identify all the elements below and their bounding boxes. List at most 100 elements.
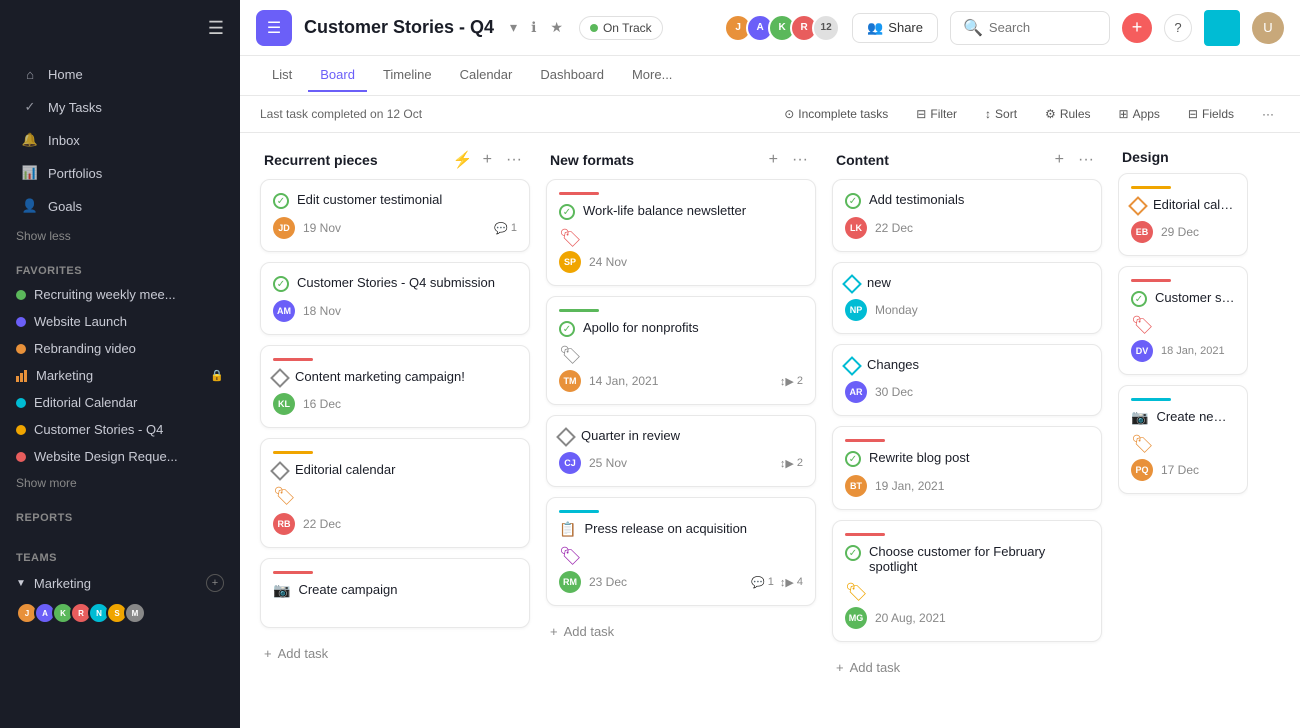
- card-content-marketing[interactable]: Content marketing campaign! KL 16 Dec: [260, 345, 530, 428]
- card-rewrite-blog[interactable]: ✓ Rewrite blog post BT 19 Jan, 2021: [832, 426, 1102, 510]
- card-new[interactable]: new NP Monday: [832, 262, 1102, 334]
- tab-more[interactable]: More...: [620, 59, 684, 92]
- incomplete-tasks-button[interactable]: ⊙ Incomplete tasks: [778, 104, 894, 124]
- column-title-design: Design: [1122, 149, 1244, 165]
- team-avatars-row: J A K R N S M: [0, 602, 240, 624]
- apps-button[interactable]: ⊞ Apps: [1113, 104, 1166, 124]
- card-task: ✓ Rewrite blog post: [845, 450, 1089, 467]
- bell-icon: 🔔: [22, 132, 38, 148]
- dot-icon: [16, 344, 26, 354]
- card-changes[interactable]: Changes AR 30 Dec: [832, 344, 1102, 416]
- column-more-button[interactable]: ···: [1074, 149, 1098, 171]
- avatar: RM: [559, 571, 581, 593]
- avatar: NP: [845, 299, 867, 321]
- tab-board[interactable]: Board: [308, 59, 367, 92]
- status-badge[interactable]: On Track: [579, 16, 663, 40]
- card-work-life[interactable]: ✓ Work-life balance newsletter 🏷 SP 24 N…: [546, 179, 816, 286]
- diamond-icon: [842, 356, 862, 376]
- card-editorial-cal-design[interactable]: Editorial cale... EB 29 Dec: [1118, 173, 1248, 256]
- search-input[interactable]: [989, 20, 1097, 35]
- sidebar-item-my-tasks[interactable]: ✓ My Tasks: [6, 91, 234, 123]
- search-box[interactable]: 🔍: [950, 11, 1110, 45]
- card-badges: ↕▶ 2: [780, 375, 803, 388]
- sidebar-item-website-design[interactable]: Website Design Reque...: [0, 443, 240, 470]
- task-check-icon: ✓: [1131, 291, 1147, 307]
- card-add-testimonials[interactable]: ✓ Add testimonials LK 22 Dec: [832, 179, 1102, 252]
- sidebar-item-marketing-team[interactable]: ▼ Marketing +: [0, 568, 240, 598]
- share-button[interactable]: 👥 Share: [852, 13, 938, 43]
- avatar: AR: [845, 381, 867, 403]
- card-meta: MG 20 Aug, 2021: [845, 607, 1089, 629]
- card-create-new-design[interactable]: 📷 Create new in... 🏷 PQ 17 Dec: [1118, 385, 1248, 494]
- sidebar-item-inbox[interactable]: 🔔 Inbox: [6, 124, 234, 156]
- tab-calendar[interactable]: Calendar: [448, 59, 525, 92]
- show-more-button[interactable]: Show more: [0, 470, 240, 496]
- user-avatar[interactable]: U: [1252, 12, 1284, 44]
- filter-circle-icon: ⊙: [784, 107, 794, 121]
- add-card-button-recurrent[interactable]: + Add task: [260, 638, 530, 669]
- sidebar-item-portfolios[interactable]: 📊 Portfolios: [6, 157, 234, 189]
- fields-button[interactable]: ⊟ Fields: [1182, 104, 1240, 124]
- card-bar: [845, 533, 885, 536]
- more-options-button[interactable]: ···: [1256, 104, 1280, 124]
- chevron-down-icon[interactable]: ▾: [506, 17, 521, 38]
- column-more-button[interactable]: ···: [788, 149, 812, 171]
- sidebar-item-customer-stories[interactable]: Customer Stories - Q4: [0, 416, 240, 443]
- add-team-button[interactable]: +: [206, 574, 224, 592]
- add-card-button[interactable]: +: [765, 149, 782, 171]
- sidebar-item-rebranding[interactable]: Rebranding video: [0, 335, 240, 362]
- card-task: 📋 Press release on acquisition: [559, 521, 803, 538]
- column-content: Content + ··· ✓ Add testimonials LK 22 D…: [832, 149, 1102, 683]
- show-less-button[interactable]: Show less: [0, 223, 240, 249]
- task-check-icon: ✓: [559, 321, 575, 337]
- toolbar-right: ⊙ Incomplete tasks ⊟ Filter ↕ Sort ⚙ Rul…: [778, 104, 1280, 124]
- column-new-formats: New formats + ··· ✓ Work-life balance ne…: [546, 149, 816, 647]
- add-card-button-new-formats[interactable]: + Add task: [546, 616, 816, 647]
- tab-timeline[interactable]: Timeline: [371, 59, 444, 92]
- card-customer-spotlight-design[interactable]: ✓ Customer spo... 🏷 DV 18 Jan, 2021: [1118, 266, 1248, 375]
- tab-dashboard[interactable]: Dashboard: [528, 59, 616, 92]
- sidebar-toggle-button[interactable]: ☰: [204, 16, 228, 41]
- sidebar-nav: ⌂ Home ✓ My Tasks 🔔 Inbox 📊 Portfolios 👤…: [0, 57, 240, 223]
- sidebar-item-website-launch[interactable]: Website Launch: [0, 308, 240, 335]
- avatar-count: 12: [812, 14, 840, 42]
- info-icon[interactable]: ℹ: [527, 17, 540, 38]
- card-task: new: [845, 275, 1089, 291]
- avatar: TM: [559, 370, 581, 392]
- card-editorial-calendar[interactable]: Editorial calendar 🏷 RB 22 Dec: [260, 438, 530, 548]
- diamond-icon: [1128, 196, 1148, 216]
- filter-button[interactable]: ⊟ Filter: [910, 104, 963, 124]
- tab-list[interactable]: List: [260, 59, 304, 92]
- card-task: 📷 Create new in...: [1131, 409, 1235, 426]
- board: Recurrent pieces ⚡ + ··· ✓ Edit customer…: [240, 133, 1300, 728]
- card-create-campaign[interactable]: 📷 Create campaign: [260, 558, 530, 628]
- sidebar-item-editorial[interactable]: Editorial Calendar: [0, 389, 240, 416]
- card-meta: AM 18 Nov: [273, 300, 517, 322]
- sidebar-header: ☰: [0, 0, 240, 57]
- card-apollo[interactable]: ✓ Apollo for nonprofits 🏷 TM 14 Jan, 202…: [546, 296, 816, 405]
- sort-button[interactable]: ↕ Sort: [979, 104, 1023, 124]
- sidebar-item-marketing[interactable]: Marketing 🔒: [0, 362, 240, 389]
- add-card-button[interactable]: +: [479, 149, 496, 171]
- card-q4-submission[interactable]: ✓ Customer Stories - Q4 submission AM 18…: [260, 262, 530, 335]
- card-meta: TM 14 Jan, 2021 ↕▶ 2: [559, 370, 803, 392]
- sidebar-item-home[interactable]: ⌂ Home: [6, 58, 234, 90]
- card-edit-testimonial[interactable]: ✓ Edit customer testimonial JD 19 Nov 💬 …: [260, 179, 530, 252]
- add-card-button-content[interactable]: + Add task: [832, 652, 1102, 683]
- subtask-icon: ↕▶: [780, 375, 794, 388]
- card-press-release[interactable]: 📋 Press release on acquisition 🏷 RM 23 D…: [546, 497, 816, 606]
- star-icon[interactable]: ★: [546, 17, 567, 38]
- add-button[interactable]: +: [1122, 13, 1152, 43]
- column-recurrent: Recurrent pieces ⚡ + ··· ✓ Edit customer…: [260, 149, 530, 669]
- sidebar-item-recruiting[interactable]: Recruiting weekly mee...: [0, 281, 240, 308]
- help-button[interactable]: ?: [1164, 14, 1192, 42]
- column-header-design: Design: [1118, 149, 1248, 173]
- column-more-button[interactable]: ···: [502, 149, 526, 171]
- card-choose-customer[interactable]: ✓ Choose customer for February spotlight…: [832, 520, 1102, 642]
- card-meta: JD 19 Nov 💬 1: [273, 217, 517, 239]
- add-card-button[interactable]: +: [1051, 149, 1068, 171]
- card-quarter-review[interactable]: Quarter in review CJ 25 Nov ↕▶ 2: [546, 415, 816, 487]
- expand-icon: ▼: [16, 578, 26, 589]
- sidebar-item-goals[interactable]: 👤 Goals: [6, 190, 234, 222]
- rules-button[interactable]: ⚙ Rules: [1039, 104, 1096, 124]
